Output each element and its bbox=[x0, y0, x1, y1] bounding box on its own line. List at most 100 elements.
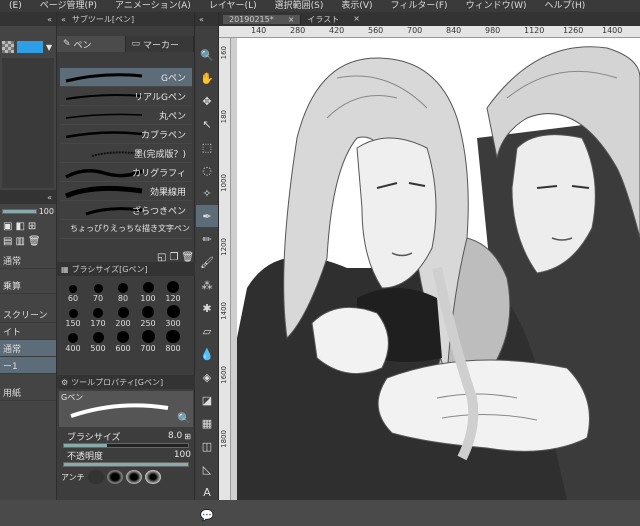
balloon-tool-icon[interactable]: 💬 bbox=[196, 504, 218, 526]
menu-item-layer[interactable]: レイヤー(L) bbox=[200, 0, 266, 12]
brush-size-dot-icon bbox=[93, 308, 103, 318]
close-icon[interactable]: × bbox=[288, 15, 295, 24]
brush-size-item[interactable]: 150 bbox=[62, 305, 84, 328]
layer-row[interactable]: 乗算 bbox=[0, 277, 56, 294]
illustration-canvas[interactable] bbox=[237, 38, 640, 500]
brush-size-item[interactable]: 800 bbox=[162, 330, 184, 353]
ruler-top-label: 1120 bbox=[524, 26, 545, 35]
tool-property-header: ⚙ ツールプロパティ[Gペン] bbox=[57, 375, 195, 389]
shape-tool-icon[interactable]: ▦ bbox=[196, 412, 218, 434]
layer-row[interactable]: 用紙 bbox=[0, 384, 56, 401]
brush-item-sumi[interactable]: 墨(完成版？) bbox=[60, 144, 192, 163]
frame-tool-icon[interactable]: ◫ bbox=[196, 435, 218, 457]
subtool-header: « サブツール[ペン] bbox=[57, 12, 194, 26]
lock-icon[interactable]: ▣ bbox=[3, 221, 12, 232]
wand-tool-icon[interactable]: ✧ bbox=[196, 182, 218, 204]
brush-size-item[interactable]: 700 bbox=[137, 330, 159, 353]
move-tool-icon[interactable]: ✥ bbox=[196, 90, 218, 112]
brush-size-item[interactable]: 120 bbox=[162, 280, 184, 303]
brush-size-item[interactable]: 300 bbox=[162, 305, 184, 328]
ruler-tool-icon[interactable]: ◺ bbox=[196, 458, 218, 480]
brush-preview-stroke bbox=[70, 403, 169, 418]
zoom-tool-icon[interactable]: 🔍 bbox=[196, 44, 218, 66]
menu-item-selection[interactable]: 選択範囲(S) bbox=[266, 0, 333, 12]
tab-pen[interactable]: ✎ ペン bbox=[57, 36, 126, 52]
brush-size-item[interactable]: 400 bbox=[62, 330, 84, 353]
new-layer-icon[interactable]: ▤ bbox=[3, 236, 12, 247]
double-chevron-left-icon[interactable]: « bbox=[61, 15, 66, 24]
brush-size-title: ブラシサイズ[Gペン] bbox=[71, 264, 148, 274]
brush-tool-icon[interactable]: 🖌 bbox=[196, 251, 218, 273]
color-swatch[interactable] bbox=[17, 41, 43, 53]
close-icon[interactable]: × bbox=[353, 14, 360, 25]
layer-row[interactable]: スクリーン bbox=[0, 306, 56, 323]
color-area bbox=[2, 58, 54, 188]
brush-item-gpen[interactable]: Gペン bbox=[60, 68, 192, 87]
mask-icon[interactable]: ◧ bbox=[15, 221, 24, 232]
brush-size-item[interactable]: 200 bbox=[112, 305, 134, 328]
brush-item-moji-pen[interactable]: ちょっぴりえっちな描き文字ペン bbox=[60, 220, 192, 239]
decoration-tool-icon[interactable]: ✱ bbox=[196, 297, 218, 319]
hand-tool-icon[interactable]: ✋ bbox=[196, 67, 218, 89]
canvas-tab-2[interactable]: イラスト × bbox=[301, 14, 366, 25]
double-chevron-left-icon[interactable]: « bbox=[199, 15, 204, 24]
brush-item-calligraphy[interactable]: カリグラフィ bbox=[60, 163, 192, 182]
brush-size-value: 8.0 bbox=[167, 431, 183, 441]
layer-row-selected[interactable]: 通常 bbox=[0, 340, 56, 357]
tab-marker[interactable]: ▭ マーカー bbox=[126, 36, 194, 52]
brush-item-effect-line[interactable]: 効果線用 bbox=[60, 182, 192, 201]
opacity-slider[interactable] bbox=[63, 462, 189, 467]
antialias-mid-icon[interactable] bbox=[125, 470, 142, 484]
gradient-tool-icon[interactable]: ◪ bbox=[196, 389, 218, 411]
menu-item-animation[interactable]: アニメーション(A) bbox=[106, 0, 200, 12]
brush-item-kabura-pen[interactable]: カブラペン bbox=[60, 125, 192, 144]
brush-size-item[interactable]: 70 bbox=[87, 280, 109, 303]
pen-tool-icon[interactable]: ✒ bbox=[196, 205, 218, 227]
double-chevron-left-icon[interactable]: « bbox=[47, 15, 52, 24]
layer-row[interactable]: 通常 bbox=[0, 252, 56, 269]
menu-item-help[interactable]: ヘルプ(H) bbox=[536, 0, 595, 12]
ruler-top-label: 560 bbox=[368, 26, 384, 35]
brush-size-item[interactable]: 600 bbox=[112, 330, 134, 353]
layer-row-selected[interactable]: ー1 bbox=[0, 357, 56, 374]
operation-tool-icon[interactable]: ↖ bbox=[196, 113, 218, 135]
brush-item-real-gpen[interactable]: リアルGペン bbox=[60, 87, 192, 106]
property-icon: ⚙ bbox=[61, 377, 69, 387]
clip-icon[interactable]: ⊞ bbox=[28, 221, 36, 232]
menu-item-edit[interactable]: (E) bbox=[0, 0, 31, 12]
brush-size-item[interactable]: 500 bbox=[87, 330, 109, 353]
chevron-down-icon[interactable]: ▼ bbox=[46, 43, 52, 52]
brush-size-item[interactable]: 60 bbox=[62, 280, 84, 303]
menu-item-window[interactable]: ウィンドウ(W) bbox=[457, 0, 536, 12]
trash-icon[interactable]: 🗑 bbox=[28, 236, 41, 247]
brush-size-slider[interactable] bbox=[63, 443, 189, 448]
brush-size-item[interactable]: 250 bbox=[137, 305, 159, 328]
folder-icon[interactable]: ▥ bbox=[15, 236, 24, 247]
brush-list: Gペン リアルGペン 丸ペン カブラペン 墨(完成版？) カリグラフィ 効果線用 bbox=[60, 68, 192, 252]
lasso-tool-icon[interactable]: ◌ bbox=[196, 159, 218, 181]
menu-item-page[interactable]: ページ管理(P) bbox=[31, 0, 106, 12]
spinner-icon[interactable]: ⊞ bbox=[184, 432, 191, 441]
magnifier-icon[interactable]: 🔍 bbox=[177, 412, 191, 425]
pencil-tool-icon[interactable]: ✏ bbox=[196, 228, 218, 250]
blend-tool-icon[interactable]: 💧 bbox=[196, 343, 218, 365]
airbrush-tool-icon[interactable]: ⁂ bbox=[196, 274, 218, 296]
antialias-low-icon[interactable] bbox=[106, 470, 123, 484]
antialias-none-icon[interactable] bbox=[87, 470, 104, 484]
fill-tool-icon[interactable]: ◈ bbox=[196, 366, 218, 388]
menu-item-view[interactable]: 表示(V) bbox=[332, 0, 381, 12]
layer-opacity-slider[interactable] bbox=[2, 209, 37, 214]
checker-icon[interactable] bbox=[2, 41, 14, 53]
brush-size-item[interactable]: 80 bbox=[112, 280, 134, 303]
select-tool-icon[interactable]: ⬚ bbox=[196, 136, 218, 158]
brush-size-item[interactable]: 100 bbox=[137, 280, 159, 303]
eraser-tool-icon[interactable]: ▱ bbox=[196, 320, 218, 342]
double-chevron-icon[interactable]: « bbox=[47, 193, 52, 202]
brush-item-maru-pen[interactable]: 丸ペン bbox=[60, 106, 192, 125]
canvas-tab[interactable]: 20190215* × bbox=[223, 14, 302, 24]
brush-size-item[interactable]: 170 bbox=[87, 305, 109, 328]
menu-item-filter[interactable]: フィルター(F) bbox=[382, 0, 457, 12]
layer-row[interactable]: イト bbox=[0, 323, 56, 340]
antialias-high-icon[interactable] bbox=[144, 470, 161, 484]
brush-item-rough-pen[interactable]: ざらつきペン bbox=[60, 201, 192, 220]
